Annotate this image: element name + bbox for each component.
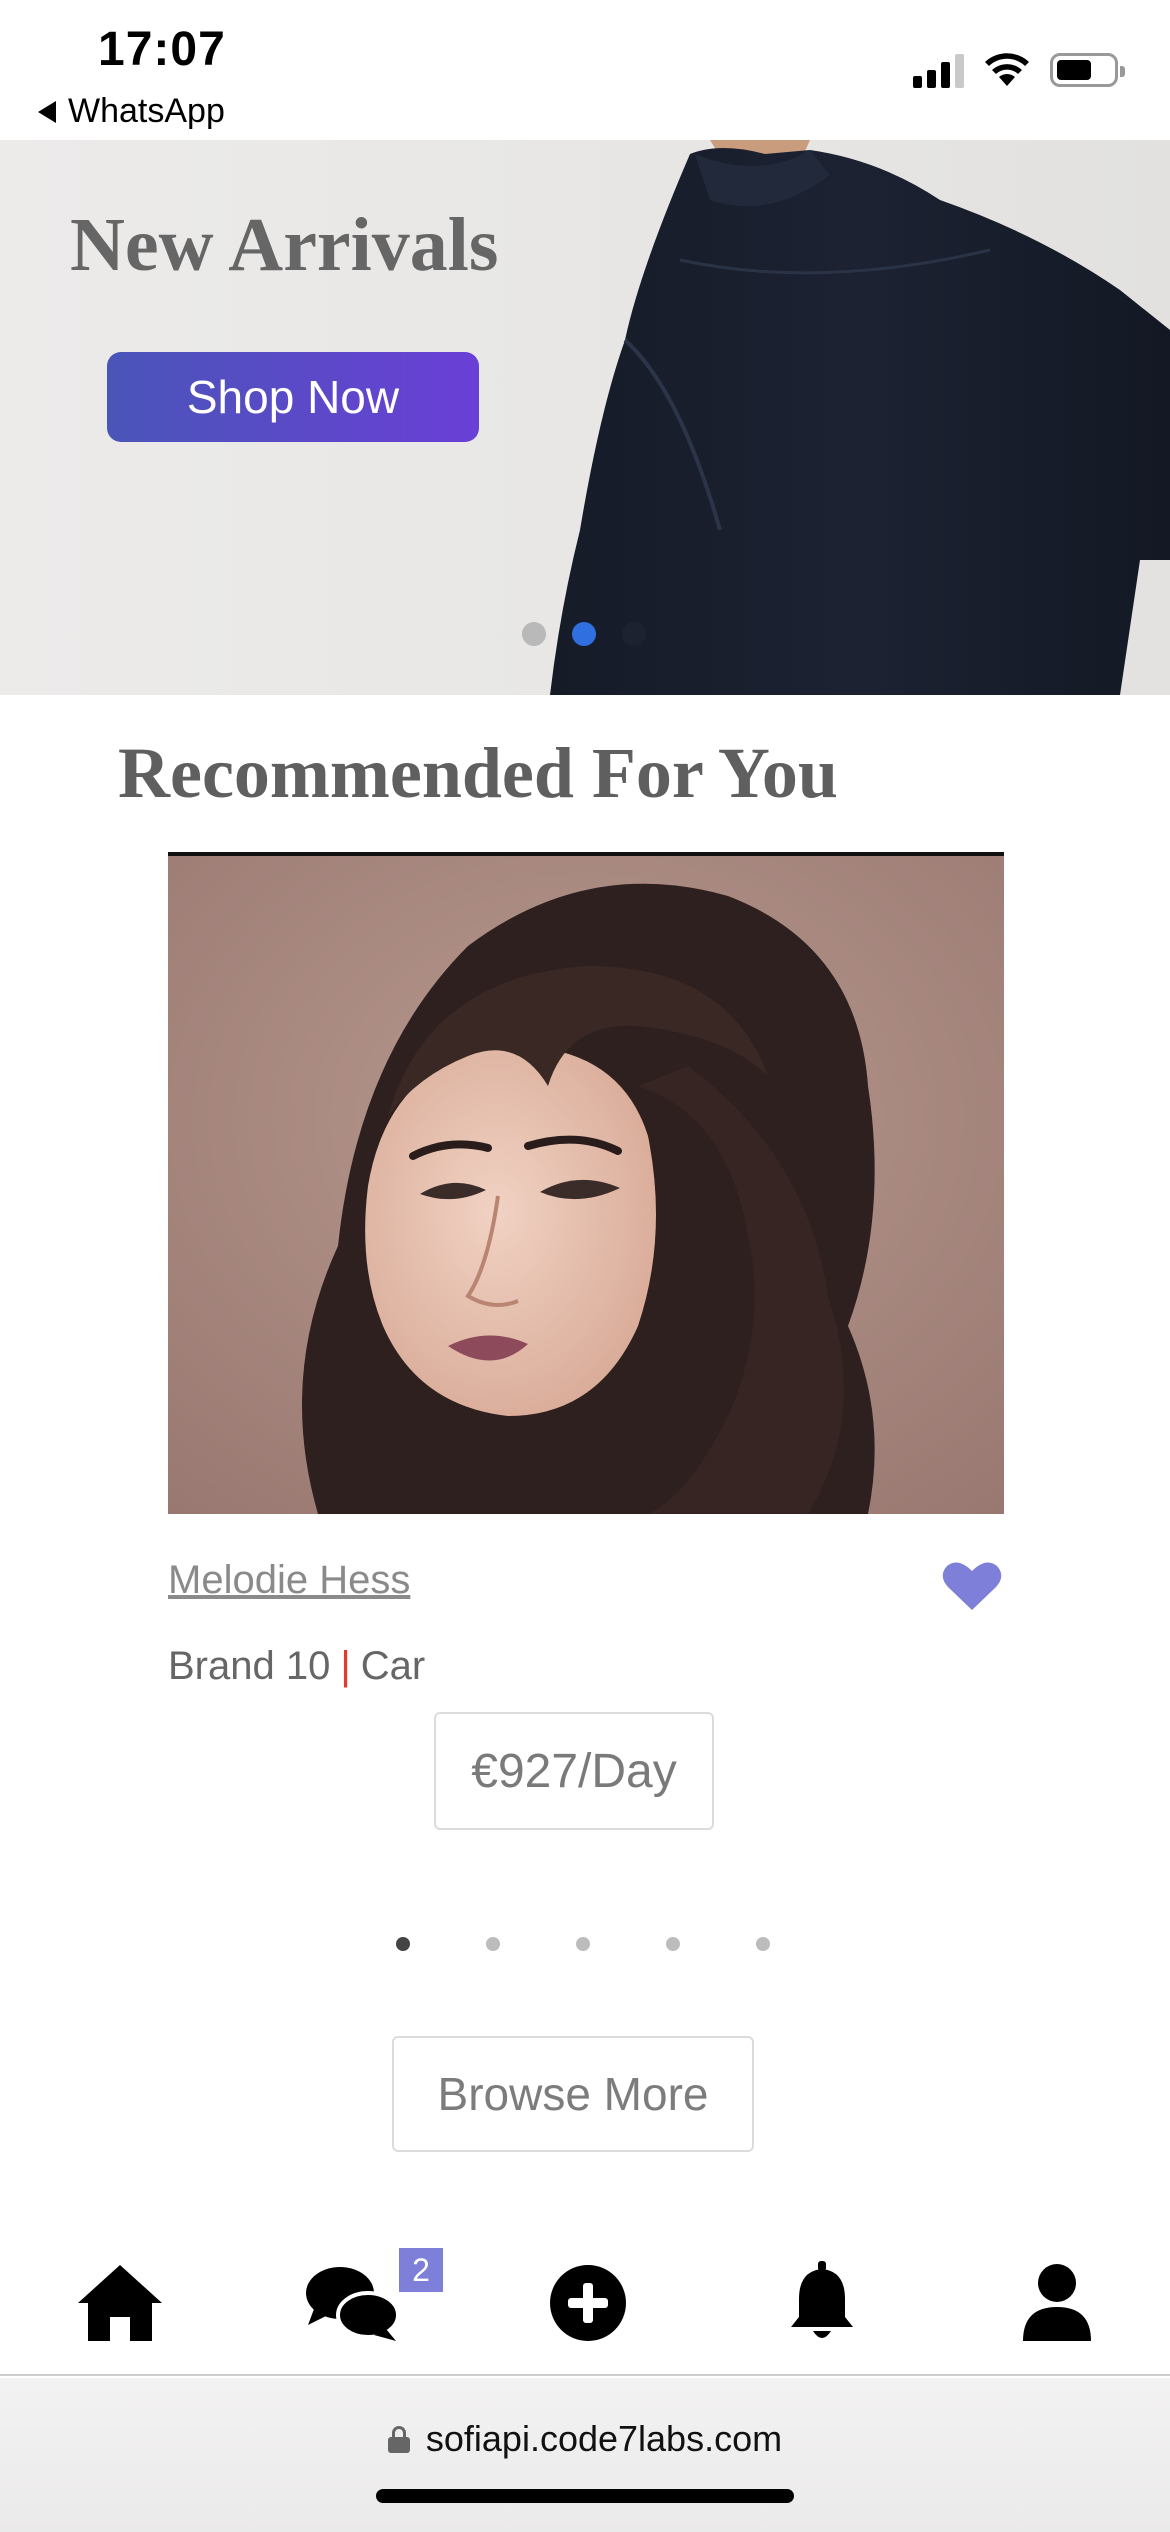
home-indicator[interactable] — [376, 2489, 794, 2503]
cellular-signal-icon — [913, 52, 964, 88]
product-brand: Brand 10 — [168, 1644, 331, 1688]
nav-profile[interactable] — [1002, 2248, 1112, 2358]
product-name-link[interactable]: Melodie Hess — [168, 1558, 410, 1603]
url-display[interactable]: sofiapi.code7labs.com — [0, 2418, 1170, 2460]
carousel-dot[interactable] — [486, 1937, 500, 1951]
back-to-app-link[interactable]: WhatsApp — [38, 92, 225, 131]
status-time: 17:07 — [98, 23, 226, 76]
lock-icon — [387, 2426, 410, 2453]
favorite-heart-icon[interactable] — [942, 1560, 1002, 1612]
user-icon — [1023, 2264, 1091, 2341]
carousel-dot[interactable] — [666, 1937, 680, 1951]
nav-notifications[interactable] — [767, 2248, 877, 2358]
nav-messages[interactable] — [297, 2248, 407, 2358]
product-price: €927/Day — [434, 1712, 714, 1830]
carousel-dot-active[interactable] — [396, 1937, 410, 1951]
hero-dot[interactable] — [622, 622, 646, 646]
home-icon — [78, 2265, 162, 2341]
status-bar: 17:07 WhatsApp — [0, 0, 1170, 140]
chat-icon — [306, 2267, 400, 2341]
product-carousel-indicator — [396, 1937, 770, 1951]
browse-more-button[interactable]: Browse More — [392, 2036, 754, 2152]
back-app-label: WhatsApp — [68, 92, 225, 130]
shop-now-button[interactable]: Shop Now — [107, 352, 479, 442]
carousel-dot[interactable] — [576, 1937, 590, 1951]
section-title: Recommended For You — [118, 733, 838, 813]
bottom-nav — [0, 2228, 1170, 2376]
wifi-icon — [985, 53, 1029, 86]
browser-url-bar[interactable]: sofiapi.code7labs.com — [0, 2378, 1170, 2532]
carousel-dot[interactable] — [756, 1937, 770, 1951]
messages-badge: 2 — [399, 2248, 443, 2292]
nav-add[interactable] — [533, 2248, 643, 2358]
hero-title: New Arrivals — [70, 203, 499, 287]
url-domain: sofiapi.code7labs.com — [425, 2418, 783, 2459]
battery-icon — [1050, 53, 1125, 87]
hero-slide-indicator — [522, 622, 646, 646]
bell-icon — [791, 2261, 853, 2338]
product-category: Car — [360, 1644, 426, 1688]
nav-home[interactable] — [65, 2248, 175, 2358]
add-icon — [550, 2265, 626, 2341]
hero-banner[interactable]: New Arrivals Shop Now — [0, 140, 1170, 695]
meta-separator: | — [340, 1644, 351, 1688]
status-icons — [913, 52, 1125, 88]
hero-dot-active[interactable] — [572, 622, 596, 646]
hero-jacket-image — [550, 140, 1170, 695]
back-arrow-icon — [38, 100, 56, 123]
hero-dot[interactable] — [522, 622, 546, 646]
product-meta: Brand 10 | Car — [168, 1644, 425, 1689]
product-image[interactable] — [168, 852, 1004, 1514]
